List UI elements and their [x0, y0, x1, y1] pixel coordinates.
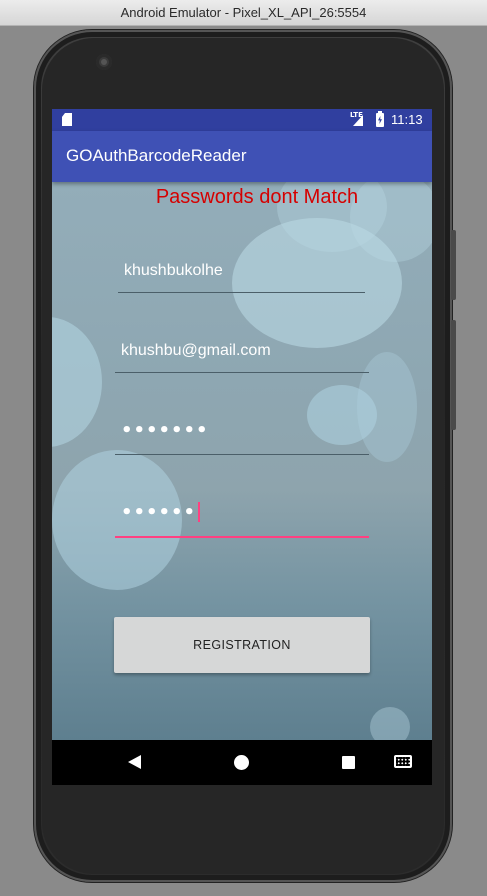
email-value: khushbu@gmail.com — [121, 342, 271, 359]
sd-card-icon — [62, 113, 72, 126]
password-mask: ••••••• — [121, 420, 209, 441]
status-bar: LTE 11:13 — [52, 109, 432, 131]
bokeh-background — [52, 317, 102, 447]
back-icon[interactable] — [128, 755, 141, 769]
signal-icon — [353, 115, 363, 126]
username-field[interactable]: khushbukolhe — [118, 254, 365, 293]
front-camera — [96, 54, 112, 70]
confirm-password-mask: •••••• — [121, 502, 197, 523]
registration-screen: Passwords dont Match khushbukolhe khushb… — [52, 182, 432, 740]
app-bar: GOAuthBarcodeReader — [52, 131, 432, 182]
navigation-bar — [52, 740, 432, 785]
confirm-password-field[interactable]: •••••• — [115, 498, 369, 538]
home-icon[interactable] — [234, 755, 249, 770]
window-title-bar[interactable]: Android Emulator - Pixel_XL_API_26:5554 — [0, 0, 487, 26]
password-field[interactable]: ••••••• — [115, 416, 369, 455]
power-button[interactable] — [451, 230, 456, 300]
recents-icon[interactable] — [342, 756, 355, 769]
status-clock: 11:13 — [391, 112, 423, 127]
window-title: Android Emulator - Pixel_XL_API_26:5554 — [120, 5, 367, 20]
keyboard-icon[interactable] — [394, 755, 412, 768]
confirm-password-input-area: •••••• — [121, 502, 201, 523]
registration-button[interactable]: REGISTRATION — [114, 617, 370, 673]
app-title: GOAuthBarcodeReader — [66, 146, 247, 165]
battery-charging-icon — [376, 111, 384, 127]
device-screen: LTE 11:13 GOAuthBarcodeReader Passwords … — [52, 109, 432, 785]
text-cursor — [198, 502, 201, 522]
password-mismatch-error: Passwords dont Match — [155, 186, 359, 208]
username-value: khushbukolhe — [124, 262, 223, 279]
volume-button[interactable] — [451, 320, 456, 430]
email-field[interactable]: khushbu@gmail.com — [115, 334, 369, 373]
bokeh-background — [370, 707, 410, 740]
